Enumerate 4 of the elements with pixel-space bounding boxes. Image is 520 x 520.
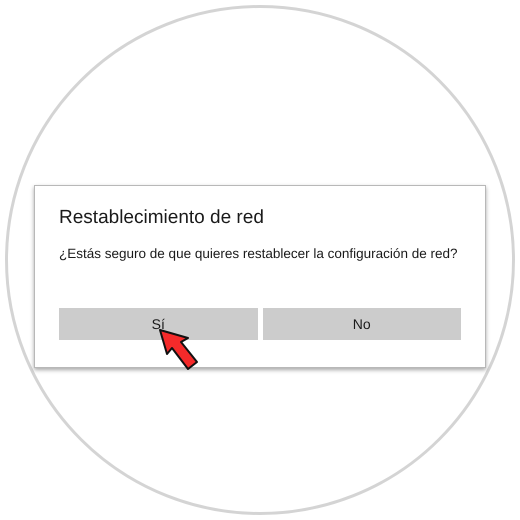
dialog-title: Restablecimiento de red xyxy=(59,206,265,230)
dialog-button[interactable]: No xyxy=(262,308,461,340)
dialog-button[interactable]: Sí xyxy=(59,308,258,340)
dialog-message: ¿Estás seguro de que quieres restablecer la configuración de red? xyxy=(59,245,458,263)
